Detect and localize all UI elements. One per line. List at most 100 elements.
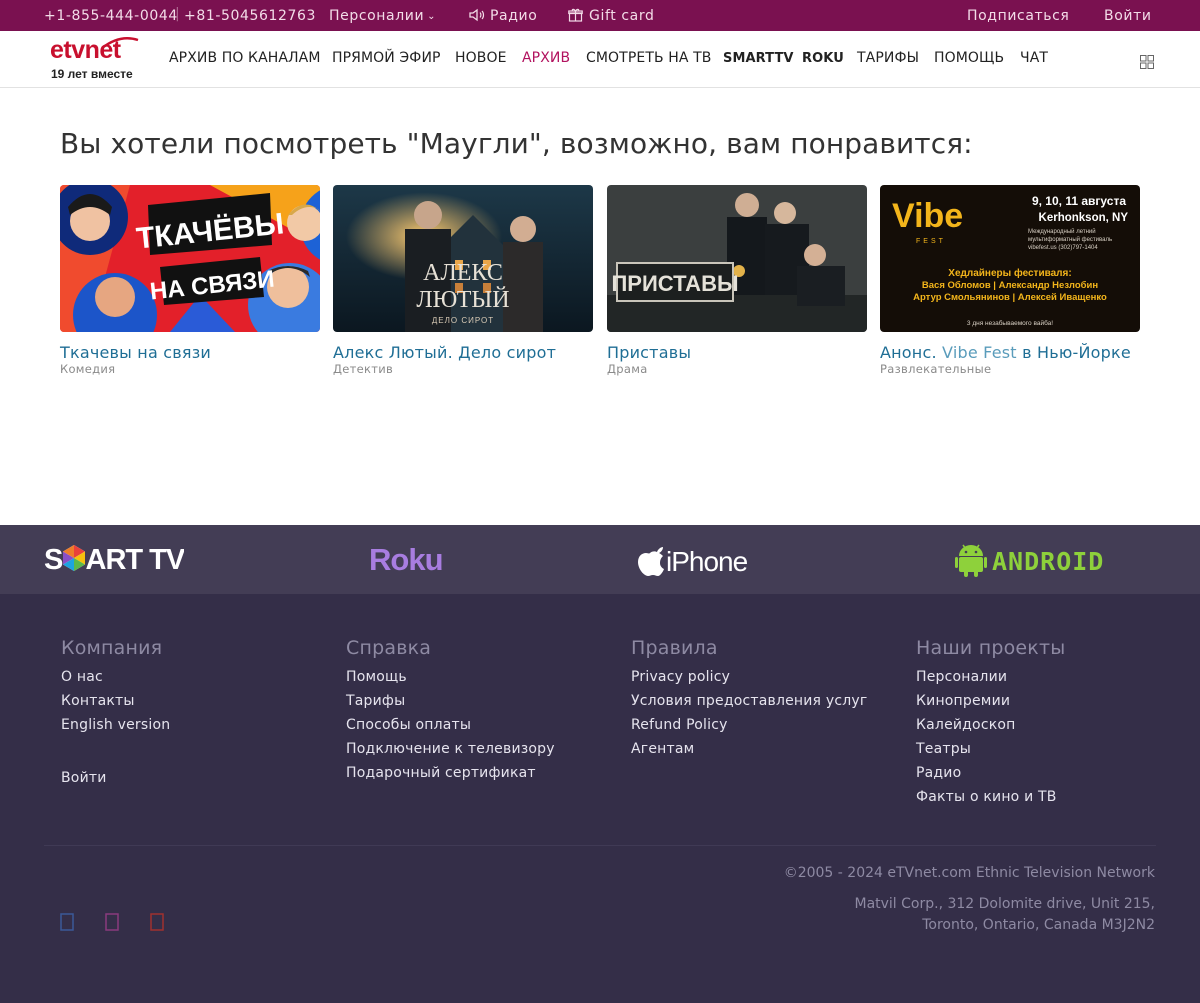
footer-link-english[interactable]: English version (61, 713, 170, 737)
nav-help[interactable]: ПОМОЩЬ (934, 50, 1004, 66)
card-title[interactable]: Алекс Лютый. Дело сирот (333, 344, 593, 362)
nav-chat[interactable]: ЧАТ (1020, 50, 1048, 66)
poster-desc-1: Международный летний (1028, 228, 1096, 235)
footer-link-tv-connect[interactable]: Подключение к телевизору (346, 737, 555, 761)
nav-new[interactable]: НОВОЕ (455, 50, 507, 66)
footer-column-help: Справка Помощь Тарифы Способы оплаты Под… (346, 637, 555, 785)
card-thumbnail[interactable]: ПРИСТАВЫ (607, 185, 867, 332)
poster-footer: 3 дня незабываемого вайба! (967, 319, 1053, 327)
address-text: Matvil Corp., 312 Dolomite drive, Unit 2… (854, 894, 1155, 936)
logo-swoosh-icon (101, 37, 139, 49)
footer-link-awards[interactable]: Кинопремии (916, 689, 1065, 713)
footer-link-personali[interactable]: Персоналии (916, 665, 1065, 689)
android-logo[interactable]: ANDROID (955, 542, 1160, 582)
address-line-1: Matvil Corp., 312 Dolomite drive, Unit 2… (854, 896, 1155, 912)
card-thumbnail[interactable]: Vibe FEST 9, 10, 11 августа Kerhonkson, … (880, 185, 1140, 332)
radio-link[interactable]: Радио (469, 7, 537, 25)
footer-link-tariffs[interactable]: Тарифы (346, 689, 555, 713)
radio-label: Радио (490, 8, 538, 24)
card-title[interactable]: Анонс. Vibe Fest в Нью-Йорке (880, 344, 1140, 362)
card-genre: Развлекательные (880, 362, 992, 376)
tkachevy-poster-image: ТКАЧЁВЫ НА СВЯЗИ (60, 185, 320, 332)
footer-divider (44, 845, 1156, 846)
footer-column-rules: Правила Privacy policy Условия предостав… (631, 637, 867, 761)
footer-column-projects: Наши проекты Персоналии Кинопремии Калей… (916, 637, 1065, 809)
content-card[interactable]: ПРИСТАВЫ Приставы Драма (607, 185, 867, 376)
personali-dropdown[interactable]: Персоналии ⌄ (329, 7, 436, 26)
pristavy-poster-image: ПРИСТАВЫ (607, 185, 867, 332)
roku-logo[interactable]: Roku (369, 542, 459, 581)
content-card[interactable]: АЛЕКС ЛЮТЫЙ ДЕЛО СИРОТ Алекс Лютый. Дело… (333, 185, 593, 376)
card-thumbnail[interactable]: ТКАЧЁВЫ НА СВЯЗИ (60, 185, 320, 332)
youtube-icon[interactable] (142, 911, 172, 941)
content-card[interactable]: Vibe FEST 9, 10, 11 августа Kerhonkson, … (880, 185, 1140, 376)
poster-dates: 9, 10, 11 августа (1032, 194, 1126, 208)
footer-login-link[interactable]: Войти (61, 770, 107, 786)
nav-archive-by-channels[interactable]: АРХИВ ПО КАНАЛАМ (169, 50, 321, 66)
card-genre: Детектив (333, 362, 394, 376)
speaker-icon (469, 8, 485, 22)
gift-card-link[interactable]: Gift card (568, 7, 654, 25)
footer-column-title: Правила (631, 637, 718, 659)
phone-link-2[interactable]: +81-5045612763 (184, 7, 316, 25)
footer-link-terms[interactable]: Условия предоставления услуг (631, 689, 867, 713)
smart-tv-logo[interactable]: SMART TV (44, 542, 187, 580)
footer-link-gift-certificate[interactable]: Подарочный сертификат (346, 761, 555, 785)
poster-title-2: ЛЮТЫЙ (416, 287, 509, 313)
grid-menu-icon[interactable] (1140, 55, 1154, 69)
footer-link-payment[interactable]: Способы оплаты (346, 713, 555, 737)
roku-wordmark: Roku (369, 543, 443, 577)
copyright-text: ©2005 - 2024 eTVnet.com Ethnic Televisio… (783, 865, 1155, 881)
nav-tariffs[interactable]: ТАРИФЫ (857, 50, 919, 66)
facebook-icon[interactable] (52, 911, 82, 941)
address-line-2: Toronto, Ontario, Canada M3J2N2 (922, 917, 1155, 933)
iphone-logo[interactable]: iPhone (636, 541, 766, 583)
instagram-icon[interactable] (97, 911, 127, 941)
gift-card-label: Gift card (589, 8, 655, 24)
roku-icon: Roku (369, 542, 444, 577)
card-genre: Комедия (60, 362, 116, 376)
site-footer: Компания О нас Контакты English version … (0, 594, 1200, 1003)
footer-link-facts[interactable]: Факты о кино и ТВ (916, 785, 1065, 809)
phone-separator: | (175, 6, 181, 22)
nav-live[interactable]: ПРЯМОЙ ЭФИР (332, 50, 441, 66)
subscribe-link[interactable]: Подписаться (967, 7, 1069, 25)
footer-column-company: Компания О нас Контакты English version (61, 637, 170, 737)
footer-link-contacts[interactable]: Контакты (61, 689, 170, 713)
poster-names-2: Артур Смольянинов | Алексей Иващенко (913, 292, 1107, 303)
poster-desc-2: мультиформатный фестиваль (1028, 236, 1112, 243)
poster-desc-3: vibefest.us (302)797-1404 (1028, 245, 1098, 251)
page-heading: Вы хотели посмотреть "Маугли", возможно,… (60, 127, 973, 160)
content-card[interactable]: ТКАЧЁВЫ НА СВЯЗИ Ткачевы на связи Комеди… (60, 185, 320, 376)
poster-title: ПРИСТАВЫ (611, 271, 738, 296)
footer-column-title: Наши проекты (916, 637, 1066, 659)
card-thumbnail[interactable]: АЛЕКС ЛЮТЫЙ ДЕЛО СИРОТ (333, 185, 593, 332)
login-link[interactable]: Войти (1104, 7, 1152, 25)
android-wordmark: ANDROID (992, 547, 1104, 576)
etvnet-logo[interactable]: etvnet 19 лет вместе (50, 36, 142, 81)
footer-link-agents[interactable]: Агентам (631, 737, 867, 761)
poster-subtitle: ДЕЛО СИРОТ (432, 316, 494, 325)
top-bar: +1-855-444-0044 | +81-5045612763 Персона… (0, 0, 1200, 31)
card-title[interactable]: Приставы (607, 344, 867, 362)
nav-watch-on-tv[interactable]: СМОТРЕТЬ НА ТВ (586, 50, 711, 66)
nav-archive[interactable]: АРХИВ (522, 50, 570, 66)
nav-roku[interactable]: ROKU (802, 51, 844, 66)
footer-link-about[interactable]: О нас (61, 665, 170, 689)
footer-link-refund[interactable]: Refund Policy (631, 713, 867, 737)
nav-smarttv[interactable]: SMARTTV (723, 51, 794, 66)
card-genre: Драма (607, 362, 648, 376)
footer-link-theatres[interactable]: Театры (916, 737, 1065, 761)
card-title[interactable]: Ткачевы на связи (60, 344, 320, 362)
footer-link-help[interactable]: Помощь (346, 665, 555, 689)
footer-link-privacy[interactable]: Privacy policy (631, 665, 867, 689)
poster-brand-sub: FEST (916, 238, 946, 245)
footer-link-radio[interactable]: Радио (916, 761, 1065, 785)
aleks-lyutyi-poster-image: АЛЕКС ЛЮТЫЙ ДЕЛО СИРОТ (333, 185, 593, 332)
footer-link-kaleidoscope[interactable]: Калейдоскоп (916, 713, 1065, 737)
apple-icon: iPhone (638, 546, 749, 577)
android-icon: ANDROID (955, 544, 1104, 577)
poster-headliners: Хедлайнеры фестиваля: (948, 267, 1071, 279)
phone-link-1[interactable]: +1-855-444-0044 (44, 7, 178, 25)
poster-brand: Vibe (892, 197, 963, 235)
